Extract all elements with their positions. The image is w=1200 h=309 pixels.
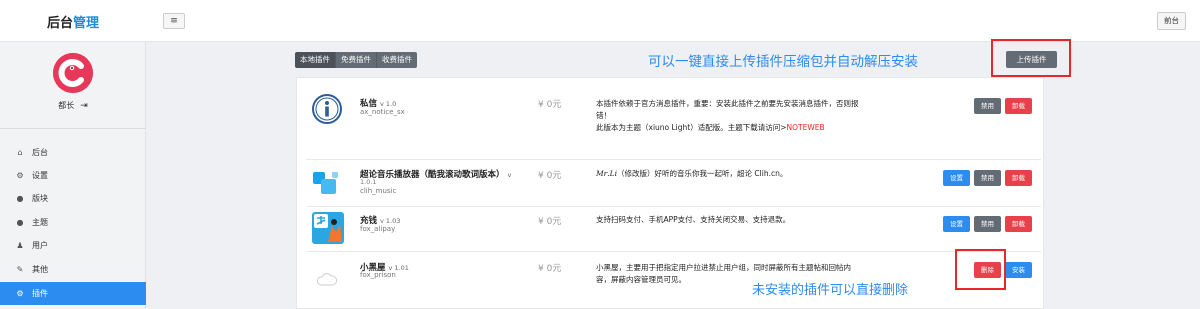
sidebar-item-dashboard[interactable]: ⌂ 后台: [0, 141, 146, 164]
alipay-fox-icon: [312, 212, 344, 244]
plugin-price: ¥ 0元: [538, 264, 562, 274]
plugin-row: 充钱 v 1.03 fox_alipay ¥ 0元 支持扫码支付、手机APP支付、…: [306, 209, 1041, 251]
sidebar-item-label: 版块: [32, 194, 48, 203]
row-divider: [306, 159, 1041, 160]
plugin-row: 超论音乐播放器（酷我滚动歌词版本） v 1.0.1 clih_music ¥ 0元…: [306, 163, 1041, 207]
user-info: 都长 ⇥: [0, 100, 146, 111]
menu-toggle-button[interactable]: ≡: [163, 13, 185, 29]
sidebar-item-label: 插件: [32, 289, 48, 298]
frontend-button[interactable]: 前台: [1157, 12, 1186, 30]
noteweb-link[interactable]: NOTEWEB: [787, 123, 825, 132]
plugin-version: v: [507, 171, 512, 179]
cloud-placeholder-icon: [312, 264, 342, 294]
plugin-id: fox_alipay: [360, 225, 396, 233]
disable-button[interactable]: 禁用: [974, 170, 1001, 186]
sidebar-item-label: 主题: [32, 218, 48, 227]
username: 都长: [58, 101, 75, 110]
annotation-upload-tip: 可以一键直接上传插件压缩包并自动解压安装: [648, 54, 918, 70]
settings-button[interactable]: 设置: [943, 216, 970, 232]
uninstall-button[interactable]: 卸载: [1005, 98, 1032, 114]
plugin-description: 支持扫码支付、手机APP支付、支持关闭交易、支持退款。: [596, 215, 791, 224]
plugin-price: ¥ 0元: [538, 100, 562, 110]
plugin-price: ¥ 0元: [538, 171, 562, 181]
plugin-version: v 1.0: [380, 100, 397, 108]
avatar-mascot-icon: [53, 53, 93, 93]
plugin-tabs: 本地插件 免费插件 收费插件: [295, 52, 417, 68]
sidebar-item-label: 设置: [32, 171, 48, 180]
tab-free-plugins[interactable]: 免费插件: [336, 52, 377, 68]
cogs-icon: ⚙: [16, 289, 24, 298]
disable-button[interactable]: 禁用: [974, 216, 1001, 232]
uninstall-button[interactable]: 卸载: [1005, 170, 1032, 186]
tab-paid-plugins[interactable]: 收费插件: [377, 52, 417, 68]
sidebar-item-plugins[interactable]: ⚙ 插件: [0, 282, 146, 305]
plugin-id: fox_prison: [360, 271, 396, 279]
top-bar: 后台 管理 ≡ 前台: [0, 0, 1200, 42]
sidebar-item-users[interactable]: ♟ 用户: [0, 234, 146, 257]
sidebar-item-label: 后台: [32, 148, 48, 157]
annotation-highlight-box: [955, 249, 1006, 290]
gear-icon: ⚙: [16, 171, 24, 180]
row-divider: [306, 206, 1041, 207]
plugin-id: clih_music: [360, 187, 397, 195]
sidebar: 都长 ⇥ ⌂ 后台 ⚙ 设置 ● 版块 ● 主题 ♟ 用户 ✎ 其他 ⚙ 插件: [0, 42, 146, 309]
sidebar-item-other[interactable]: ✎ 其他: [0, 258, 146, 281]
sidebar-item-label: 用户: [32, 241, 48, 250]
plugin-description: 本插件依赖于官方消息插件，重要：安装此插件之前要先安装消息插件，否则报 错！ 此…: [596, 99, 859, 132]
plugin-row: 小黑屋 v 1.01 fox_prison ¥ 0元 小黑屋，主要用于把指定用户拉…: [306, 254, 1041, 306]
sidebar-divider: [0, 128, 146, 129]
row-divider: [306, 251, 1041, 252]
plugin-name: 超论音乐播放器（酷我滚动歌词版本） v: [360, 170, 512, 180]
wrench-icon: ✎: [16, 265, 24, 274]
plugin-version-line2: 1.0.1: [360, 178, 377, 186]
tab-local-plugins[interactable]: 本地插件: [295, 52, 336, 68]
user-icon: ♟: [16, 241, 24, 250]
brand-text-b: 管理: [73, 15, 100, 31]
logout-icon[interactable]: ⇥: [80, 101, 88, 111]
plugin-id: ax_notice_sx: [360, 108, 405, 116]
annotation-delete-tip: 未安装的插件可以直接删除: [752, 283, 909, 298]
avatar[interactable]: [53, 53, 93, 93]
uninstall-button[interactable]: 卸载: [1005, 216, 1032, 232]
install-button[interactable]: 安装: [1005, 262, 1032, 278]
sidebar-item-label: 其他: [32, 265, 48, 274]
music-player-icon: [312, 169, 342, 199]
comment-icon: ●: [16, 194, 24, 203]
plugin-version: v 1.03: [380, 217, 401, 225]
upload-plugin-button[interactable]: 上传插件: [1006, 51, 1057, 68]
comment-icon: ●: [16, 218, 24, 227]
plugin-description: 𝑀𝑟.𝐿𝑖（修改版）好听的音乐你我一起听，超论 Clih.cn。: [596, 169, 788, 178]
plugin-row: 私信 v 1.0 ax_notice_sx ¥ 0元 本插件依赖于官方消息插件，重…: [306, 92, 1041, 152]
home-icon: ⌂: [17, 148, 23, 157]
hamburger-icon: ≡: [170, 16, 178, 26]
plugin-price: ¥ 0元: [538, 217, 562, 227]
sidebar-item-forums[interactable]: ● 版块: [0, 187, 146, 210]
brand-text-a: 后台: [46, 15, 73, 31]
sidebar-item-threads[interactable]: ● 主题: [0, 211, 146, 234]
settings-button[interactable]: 设置: [943, 170, 970, 186]
brand-logo[interactable]: 后台 管理: [0, 0, 146, 42]
info-icon: [312, 94, 342, 124]
disable-button[interactable]: 禁用: [974, 98, 1001, 114]
sidebar-item-settings[interactable]: ⚙ 设置: [0, 164, 146, 187]
